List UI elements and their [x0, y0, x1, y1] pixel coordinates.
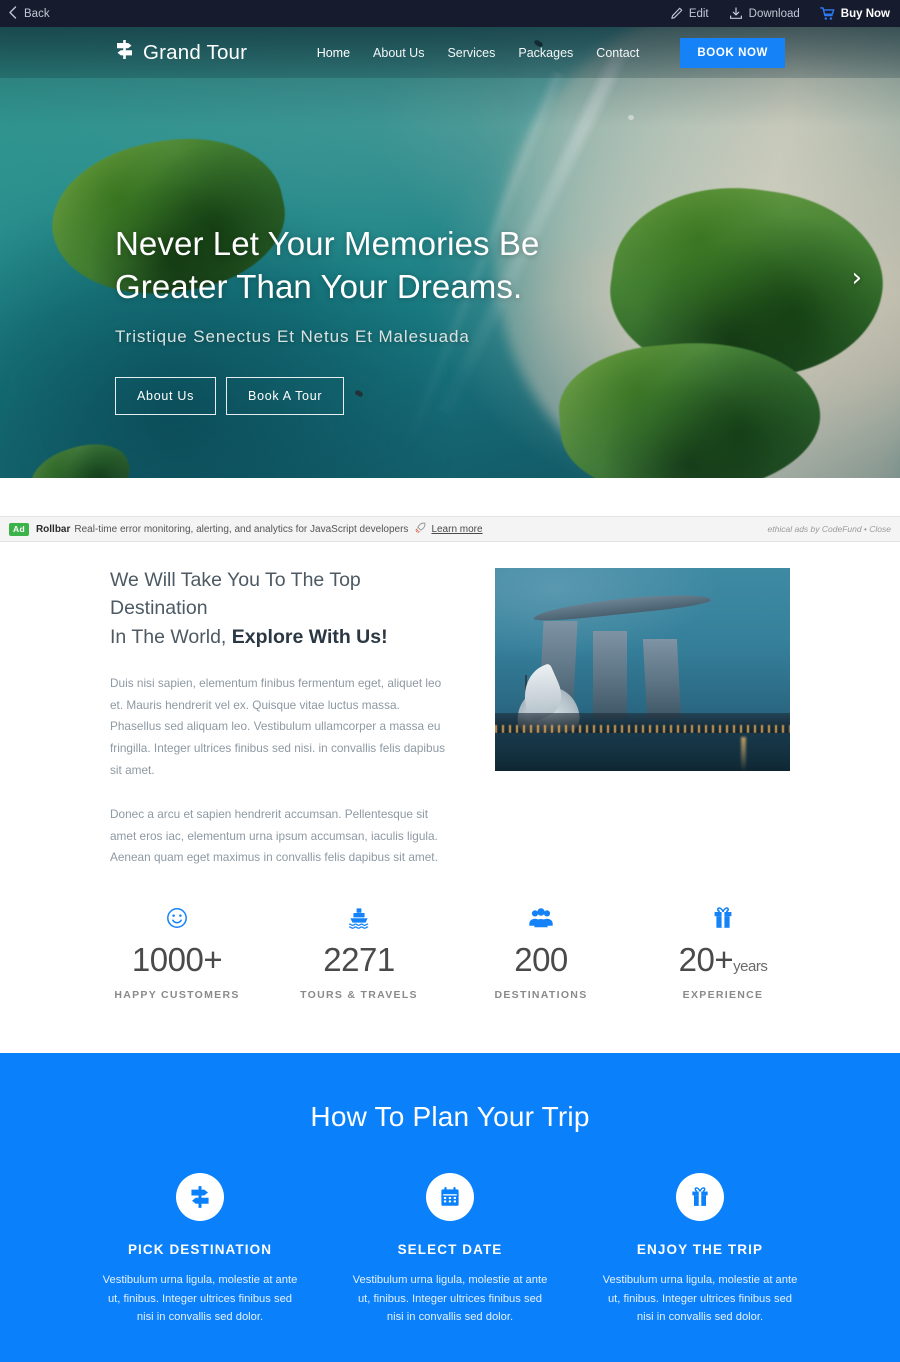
plan-card-text: Vestibulum urna ligula, molestie at ante…: [102, 1274, 298, 1324]
plan-card-enjoy-the-trip: ENJOY THE TRIP Vestibulum urna ligula, m…: [580, 1173, 820, 1326]
brand-name: Grand Tour: [143, 40, 248, 64]
download-icon: [729, 7, 743, 20]
ad-description: Real-time error monitoring, alerting, an…: [74, 523, 409, 535]
ad-learn-more-link[interactable]: Learn more: [431, 524, 482, 535]
stat-experience: 20+years EXPERIENCE: [632, 905, 814, 1001]
hero-subtitle: Tristique Senectus Et Netus Et Malesuada: [115, 326, 470, 346]
about-paragraph-2: Donec a arcu et sapien hendrerit accumsa…: [110, 806, 438, 865]
hero-bottom-spacer: [0, 478, 900, 516]
plan-card-heading: ENJOY THE TRIP: [636, 1242, 764, 1258]
hero-title-line-2: Greater Than Your Dreams.: [115, 267, 523, 305]
cart-icon: [819, 6, 835, 21]
hero-section: Grand Tour Home About Us Services Packag…: [0, 27, 900, 478]
buy-now-button[interactable]: Buy Now: [819, 6, 890, 21]
calendar-icon: [426, 1173, 474, 1222]
stat-value: 2271: [323, 941, 395, 979]
hero-title-line-1: Never Let Your Memories Be: [115, 225, 540, 262]
preview-toolbar: Back Edit Download Buy Now: [0, 0, 900, 27]
hero-title: Never Let Your Memories Be Greater Than …: [115, 223, 539, 309]
stat-happy-customers: 1000+ HAPPY CUSTOMERS: [86, 905, 268, 1001]
stats-section: 1000+ HAPPY CUSTOMERS 2271 TOURS & TRAVE…: [0, 869, 900, 1002]
stat-label: DESTINATIONS: [494, 989, 588, 1002]
stat-value: 200: [514, 941, 568, 979]
people-icon: [450, 905, 632, 931]
stat-label: HAPPY CUSTOMERS: [114, 989, 240, 1002]
light-reflection: [741, 737, 746, 771]
plan-section-title: How To Plan Your Trip: [310, 1101, 590, 1133]
stat-destinations: 200 DESTINATIONS: [450, 905, 632, 1001]
about-heading: We Will Take You To The Top Destination …: [110, 566, 453, 651]
gift-icon: [676, 1173, 724, 1222]
edit-label: Edit: [688, 7, 709, 20]
brand-logo[interactable]: Grand Tour: [115, 39, 247, 66]
plan-card-pick-destination: PICK DESTINATION Vestibulum urna ligula,…: [80, 1173, 320, 1326]
pencil-icon: [670, 7, 683, 20]
back-label: Back: [24, 7, 50, 20]
stat-value: 1000+: [131, 941, 223, 979]
signpost-icon: [176, 1173, 224, 1222]
hero-about-us-button[interactable]: About Us: [115, 376, 217, 415]
book-now-button[interactable]: BOOK NOW: [680, 37, 785, 68]
stat-label: TOURS & TRAVELS: [300, 989, 418, 1002]
plan-cards: PICK DESTINATION Vestibulum urna ligula,…: [0, 1133, 900, 1326]
ad-brand-name[interactable]: Rollbar: [36, 524, 70, 535]
site-navbar: Grand Tour Home About Us Services Packag…: [0, 27, 900, 78]
ship-icon: [268, 905, 450, 931]
stat-tours-travels: 2271 TOURS & TRAVELS: [268, 905, 450, 1001]
hero-content: Never Let Your Memories Be Greater Than …: [115, 223, 539, 415]
about-text-column: We Will Take You To The Top Destination …: [110, 566, 453, 869]
buy-now-label: Buy Now: [840, 7, 890, 20]
back-button[interactable]: Back: [8, 5, 50, 22]
tower-shape: [592, 631, 627, 719]
ad-banner: Ad Rollbar Real-time error monitoring, a…: [0, 516, 900, 542]
plan-card-select-date: SELECT DATE Vestibulum urna ligula, mole…: [330, 1173, 570, 1326]
plan-trip-section: How To Plan Your Trip PICK DESTINATION V…: [0, 1053, 900, 1362]
about-image-marina-bay-sands: [494, 568, 790, 771]
about-section: We Will Take You To The Top Destination …: [0, 542, 900, 870]
stat-label: EXPERIENCE: [682, 989, 764, 1002]
rocket-icon: [415, 522, 426, 536]
nav-item-services[interactable]: Services: [447, 46, 495, 60]
plan-card-heading: SELECT DATE: [397, 1242, 503, 1258]
ad-attribution[interactable]: ethical ads by CodeFund • Close: [768, 524, 891, 534]
download-button[interactable]: Download: [729, 7, 800, 20]
smiley-icon: [86, 905, 268, 931]
nav-item-about-us[interactable]: About Us: [373, 46, 424, 60]
about-heading-emphasis: Explore With Us!: [231, 625, 388, 648]
about-heading-line-2: In The World,: [110, 625, 227, 648]
plan-card-heading: PICK DESTINATION: [127, 1242, 273, 1258]
nav-links: Home About Us Services Packages Contact …: [317, 37, 785, 68]
gift-icon: [632, 905, 814, 931]
plan-card-text: Vestibulum urna ligula, molestie at ante…: [602, 1274, 798, 1324]
about-paragraph-1: Duis nisi sapien, elementum finibus ferm…: [110, 675, 446, 778]
ad-badge: Ad: [9, 522, 29, 536]
plan-card-text: Vestibulum urna ligula, molestie at ante…: [352, 1274, 548, 1324]
nav-item-home[interactable]: Home: [317, 46, 350, 60]
hero-buttons: About Us Book A Tour: [115, 376, 539, 415]
tower-shape: [642, 639, 681, 719]
city-lights: [494, 725, 790, 733]
carousel-next-arrow-icon[interactable]: ›: [852, 265, 862, 291]
download-label: Download: [748, 7, 800, 20]
signpost-icon: [115, 39, 134, 66]
nav-item-packages[interactable]: Packages: [518, 46, 573, 60]
chevron-left-icon: [8, 5, 17, 22]
about-heading-line-1: We Will Take You To The Top Destination: [110, 569, 361, 620]
toolbar-actions: Edit Download Buy Now: [670, 6, 890, 21]
nav-item-contact[interactable]: Contact: [596, 46, 639, 60]
stat-value: 20+years: [678, 941, 768, 979]
edit-button[interactable]: Edit: [670, 7, 709, 20]
hero-book-a-tour-button[interactable]: Book A Tour: [226, 376, 345, 415]
